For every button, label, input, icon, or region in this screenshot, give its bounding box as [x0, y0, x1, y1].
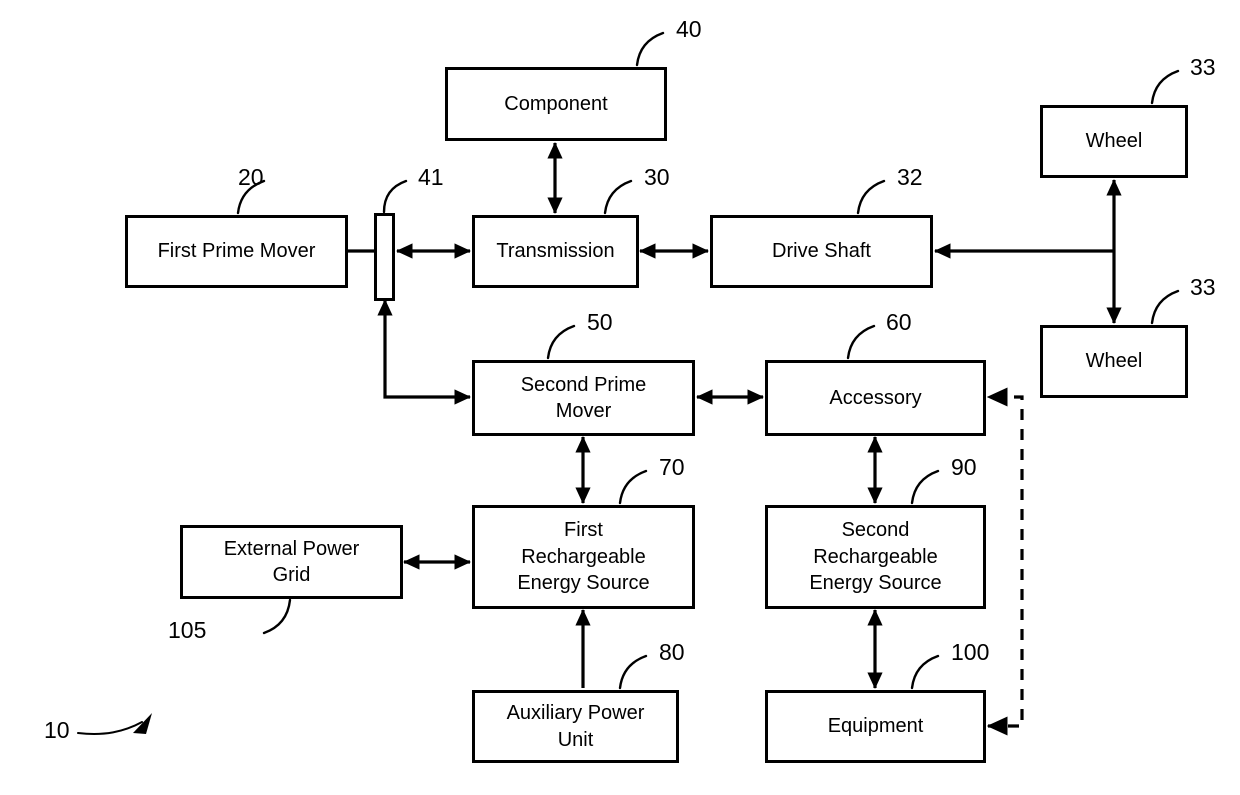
node-label-wheel-bottom: Wheel — [1085, 350, 1143, 373]
leader-80 — [618, 654, 648, 690]
node-equipment: Equipment — [765, 690, 986, 763]
leader-33-bottom — [1150, 289, 1180, 325]
wire-second-prime-mover-to-coupling — [377, 299, 471, 405]
refnum-second-prime-mover: 50 — [587, 309, 613, 335]
node-wheel-top: Wheel — [1040, 105, 1188, 178]
leader-30 — [603, 179, 633, 215]
refnum-coupling: 41 — [418, 164, 444, 190]
refnum-figure: 10 — [44, 717, 70, 743]
node-label-accessory: Accessory — [829, 386, 922, 409]
refnum-drive-shaft: 32 — [897, 164, 923, 190]
leader-33-top — [1150, 69, 1180, 105]
refnum-external-power-grid: 105 — [168, 617, 207, 643]
refnum-wheel-top: 33 — [1190, 54, 1216, 80]
node-label-external-power-grid: External Power Grid — [223, 537, 360, 586]
leader-32 — [856, 179, 886, 215]
leader-90 — [910, 469, 940, 505]
node-label-first-rechargeable-energy-source: First Rechargeable Energy Source — [517, 519, 650, 595]
node-label-component: Component — [504, 92, 608, 115]
node-first-prime-mover: First Prime Mover — [125, 215, 348, 288]
refnum-second-rechargeable-energy-source: 90 — [951, 454, 977, 480]
leader-41 — [382, 179, 408, 214]
node-drive-shaft: Drive Shaft — [710, 215, 933, 288]
node-coupling — [374, 213, 395, 301]
leader-70 — [618, 469, 648, 505]
leader-10-arrowhead — [133, 713, 152, 734]
refnum-wheel-bottom: 33 — [1190, 274, 1216, 300]
patent-figure: First Prime Mover Component Transmission… — [0, 0, 1240, 795]
leader-10 — [77, 721, 143, 735]
node-label-transmission: Transmission — [496, 240, 615, 263]
node-label-drive-shaft: Drive Shaft — [772, 240, 871, 263]
refnum-component: 40 — [676, 16, 702, 42]
refnum-equipment: 100 — [951, 639, 990, 665]
refnum-first-rechargeable-energy-source: 70 — [659, 454, 685, 480]
leader-100 — [910, 654, 940, 690]
node-second-prime-mover: Second Prime Mover — [472, 360, 695, 436]
leader-40 — [635, 31, 665, 67]
node-first-rechargeable-energy-source: First Rechargeable Energy Source — [472, 505, 695, 609]
wire-equipment-to-accessory-dashed — [986, 387, 1024, 736]
refnum-transmission: 30 — [644, 164, 670, 190]
node-label-equipment: Equipment — [827, 715, 924, 738]
node-auxiliary-power-unit: Auxiliary Power Unit — [472, 690, 679, 763]
leader-60 — [846, 324, 876, 360]
refnum-auxiliary-power-unit: 80 — [659, 639, 685, 665]
node-label-first-prime-mover: First Prime Mover — [157, 240, 316, 263]
node-wheel-bottom: Wheel — [1040, 325, 1188, 398]
node-label-auxiliary-power-unit: Auxiliary Power Unit — [506, 702, 645, 751]
node-external-power-grid: External Power Grid — [180, 525, 403, 599]
refnum-accessory: 60 — [886, 309, 912, 335]
node-accessory: Accessory — [765, 360, 986, 436]
leader-105 — [262, 598, 292, 635]
leader-50 — [546, 324, 576, 360]
node-component: Component — [445, 67, 667, 141]
node-label-second-rechargeable-energy-source: Second Rechargeable Energy Source — [809, 519, 942, 595]
node-second-rechargeable-energy-source: Second Rechargeable Energy Source — [765, 505, 986, 609]
refnum-first-prime-mover: 20 — [238, 164, 264, 190]
node-label-second-prime-mover: Second Prime Mover — [520, 373, 647, 422]
node-label-wheel-top: Wheel — [1085, 130, 1143, 153]
node-transmission: Transmission — [472, 215, 639, 288]
